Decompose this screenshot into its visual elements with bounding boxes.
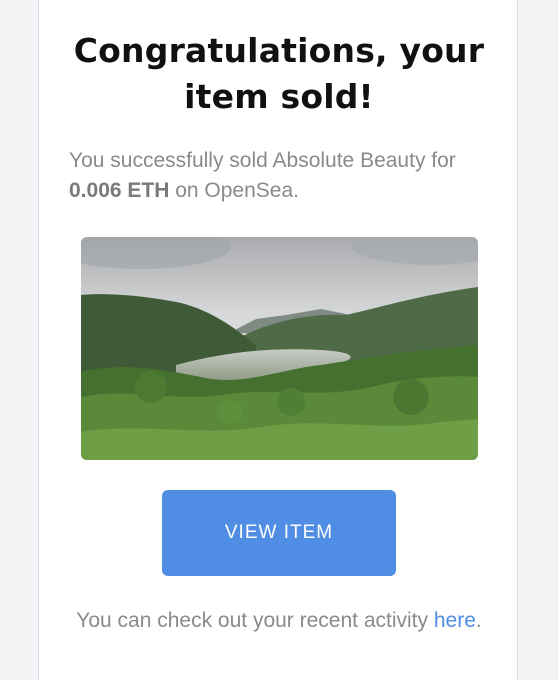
sale-price: 0.006 ETH xyxy=(69,179,170,202)
footer-period: . xyxy=(475,609,482,632)
nft-image[interactable] xyxy=(81,237,478,460)
sale-summary: You successfully sold Absolute Beauty fo… xyxy=(69,146,499,206)
footer-text: You can check out your recent activity h… xyxy=(59,606,499,636)
activity-link[interactable]: here xyxy=(434,609,476,632)
footer-label: You can check out your recent activity xyxy=(76,609,434,632)
email-card: Congratulations, your item sold! You suc… xyxy=(38,0,518,680)
summary-suffix: on OpenSea. xyxy=(169,179,299,202)
summary-prefix: You successfully sold Absolute Beauty fo… xyxy=(69,149,456,172)
view-item-button[interactable]: VIEW ITEM xyxy=(162,490,396,576)
heading: Congratulations, your item sold! xyxy=(73,31,485,116)
